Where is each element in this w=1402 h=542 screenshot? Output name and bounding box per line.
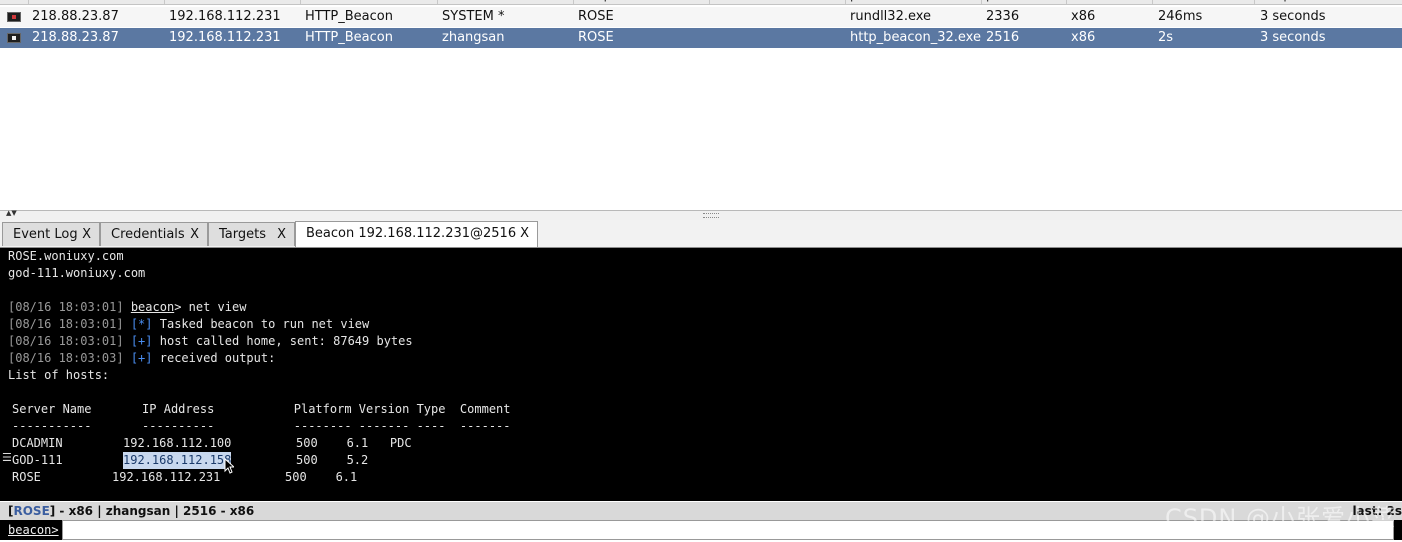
collapse-arrows-icon[interactable]: ▲▼: [6, 210, 17, 217]
pane-splitter[interactable]: ▲▼: [0, 210, 1402, 220]
col-sleep[interactable]: sleep: [1254, 0, 1399, 4]
host-name: ROSE: [12, 470, 41, 484]
close-icon[interactable]: X: [82, 223, 91, 247]
sessions-header: external internal listener user computer…: [0, 0, 1402, 5]
cell-sleep: 3 seconds: [1260, 9, 1326, 24]
console-line: ROSE.woniuxy.com: [8, 249, 124, 263]
cell-process: rundll32.exe: [850, 9, 932, 24]
cell-computer: ROSE: [578, 30, 614, 45]
cell-sleep: 3 seconds: [1260, 30, 1326, 45]
tab-bar: Event Log X Credentials X Targets X Beac…: [0, 220, 1402, 248]
cell-computer: ROSE: [578, 9, 614, 24]
tab-label: Targets: [219, 227, 266, 242]
col-arch[interactable]: arch: [1066, 0, 1151, 4]
cell-external: 218.88.23.87: [32, 30, 119, 45]
cell-listener: HTTP_Beacon: [305, 30, 393, 45]
tab-label: Beacon 192.168.112.231@2516: [306, 226, 517, 241]
col-listener[interactable]: listener: [300, 0, 437, 4]
status-text: [ROSE] - x86 | zhangsan | 2516 - x86: [8, 504, 255, 518]
host-ip: 192.168.112.231: [112, 470, 221, 484]
message: Tasked beacon to run net view: [152, 317, 370, 331]
menu-lines-icon[interactable]: ☰: [2, 452, 14, 464]
command-input[interactable]: [62, 520, 1394, 540]
tab-label: Event Log: [13, 227, 78, 242]
success-tag: [+]: [130, 351, 153, 365]
cell-process: http_beacon_32.exe: [850, 30, 981, 45]
col-external[interactable]: external: [28, 0, 165, 4]
col-process[interactable]: process: [845, 0, 982, 4]
col-computer[interactable]: computer: [573, 0, 710, 4]
col-last[interactable]: last: [1152, 0, 1253, 4]
console-line: god-111.woniuxy.com: [8, 266, 146, 280]
mouse-cursor-icon: [224, 458, 234, 474]
console-line: [08/16 18:03:01] [+] host called home, s…: [8, 333, 413, 350]
command-bar: beacon>: [0, 520, 1402, 540]
info-tag: [*]: [130, 317, 153, 331]
cell-pid: 2336: [986, 9, 1020, 24]
cell-external: 218.88.23.87: [32, 9, 119, 24]
console-line: [08/16 18:03:01] [*] Tasked beacon to ru…: [8, 316, 369, 333]
console-line: [08/16 18:03:03] [+] received output:: [8, 350, 275, 367]
beacon-prompt: beacon: [130, 300, 175, 314]
status-bar: [ROSE] - x86 | zhangsan | 2516 - x86 las…: [0, 502, 1402, 520]
cell-listener: HTTP_Beacon: [305, 9, 393, 24]
hosts-divider: ----------- ---------- -------- ------- …: [12, 419, 511, 433]
close-icon[interactable]: X: [277, 223, 286, 247]
computer-icon: [7, 33, 21, 43]
timestamp: [08/16 18:03:01]: [8, 334, 124, 348]
console-line: [08/16 18:03:01] beacon> net view: [8, 299, 246, 316]
message: received output:: [152, 351, 276, 365]
timestamp: [08/16 18:03:01]: [8, 317, 124, 331]
tab-event-log[interactable]: Event Log X: [2, 222, 100, 246]
hosts-header: Server Name IP Address Platform Version …: [12, 402, 511, 416]
command-prompt: beacon>: [8, 523, 59, 537]
close-icon[interactable]: X: [520, 222, 529, 246]
tab-targets[interactable]: Targets X: [208, 222, 295, 246]
col-note[interactable]: note: [709, 0, 846, 4]
success-tag: [+]: [130, 334, 153, 348]
cell-arch: x86: [1071, 30, 1096, 45]
host-name: DCADMIN: [12, 436, 63, 450]
timestamp: [08/16 18:03:01]: [8, 300, 124, 314]
close-icon[interactable]: X: [190, 223, 199, 247]
col-internal[interactable]: internal: [164, 0, 301, 4]
host-details: 500 6.1 PDC: [296, 436, 412, 450]
host-ip-selected[interactable]: 192.168.112.158: [123, 452, 232, 469]
status-host: ROSE: [13, 504, 50, 518]
cell-pid: 2516: [986, 30, 1020, 45]
sessions-table: external internal listener user computer…: [0, 0, 1402, 211]
host-ip: 192.168.112.100: [123, 436, 232, 450]
session-row[interactable]: 218.88.23.87 192.168.112.231 HTTP_Beacon…: [0, 7, 1402, 27]
command-text: > net view: [174, 300, 247, 314]
cell-last: 246ms: [1158, 9, 1203, 24]
cell-user: SYSTEM *: [442, 9, 505, 24]
timestamp: [08/16 18:03:03]: [8, 351, 124, 365]
console-line: List of hosts:: [8, 368, 110, 382]
cell-internal: 192.168.112.231: [169, 30, 281, 45]
cell-user: zhangsan: [442, 30, 505, 45]
cell-internal: 192.168.112.231: [169, 9, 281, 24]
tab-credentials[interactable]: Credentials X: [100, 222, 208, 246]
host-details: 500 5.2: [296, 453, 369, 467]
cell-arch: x86: [1071, 9, 1096, 24]
col-pid[interactable]: pid: [981, 0, 1066, 4]
message: host called home, sent: 87649 bytes: [152, 334, 413, 348]
status-last: last: 2s: [1352, 504, 1402, 518]
computer-icon: [7, 12, 21, 22]
tab-beacon[interactable]: Beacon 192.168.112.231@2516 X: [295, 221, 538, 247]
beacon-console[interactable]: ROSE.woniuxy.com god-111.woniuxy.com [08…: [0, 248, 1402, 501]
cell-last: 2s: [1158, 30, 1174, 45]
host-details: 500 6.1: [285, 470, 358, 484]
host-name: GOD-111: [12, 453, 63, 467]
tab-label: Credentials: [111, 227, 185, 242]
col-user[interactable]: user: [437, 0, 574, 4]
splitter-grip-icon[interactable]: [703, 213, 719, 218]
session-row-selected[interactable]: 218.88.23.87 192.168.112.231 HTTP_Beacon…: [0, 28, 1402, 48]
